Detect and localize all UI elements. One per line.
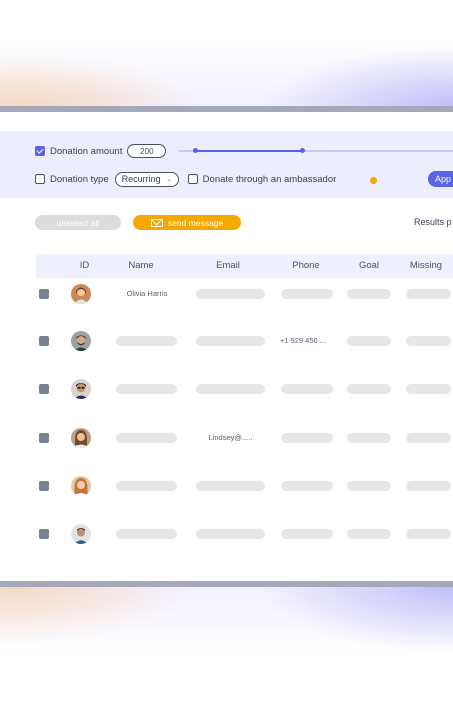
name-skeleton	[116, 529, 177, 539]
phone-skeleton	[281, 481, 333, 491]
row-checkbox[interactable]	[39, 433, 49, 443]
missing-skeleton	[406, 529, 451, 539]
email-skeleton	[196, 384, 265, 394]
avatar	[71, 428, 91, 448]
goal-skeleton	[347, 481, 391, 491]
goal-skeleton	[347, 529, 391, 539]
row-checkbox[interactable]	[39, 289, 49, 299]
goal-skeleton	[347, 384, 391, 394]
donation-amount-checkbox[interactable]	[35, 146, 45, 156]
row-checkbox[interactable]	[39, 384, 49, 394]
name-cell: Olivia Harris	[126, 289, 168, 298]
missing-skeleton	[406, 289, 451, 299]
avatar	[71, 476, 91, 496]
table-header: ID Name Email Phone Goal Missing	[36, 254, 453, 278]
table-row[interactable]	[0, 379, 453, 399]
table-row[interactable]	[0, 524, 453, 544]
phone-cell: +1 929 456 ...	[279, 336, 327, 345]
goal-skeleton	[347, 336, 391, 346]
email-skeleton	[196, 289, 265, 299]
table-row[interactable]: Olivia Harris	[0, 284, 453, 304]
name-skeleton	[116, 336, 177, 346]
slider-max-handle[interactable]	[300, 148, 305, 153]
name-skeleton	[116, 384, 177, 394]
avatar	[71, 524, 91, 544]
ambassador-label: Donate through an ambassador	[202, 173, 337, 185]
avatar	[71, 379, 91, 399]
chevron-down-icon: ⌄	[166, 176, 172, 183]
donation-type-checkbox[interactable]	[35, 174, 45, 184]
status-indicator-dot	[370, 177, 377, 184]
phone-skeleton	[281, 289, 333, 299]
avatar	[71, 331, 91, 351]
missing-skeleton	[406, 481, 451, 491]
avatar	[71, 284, 91, 304]
email-skeleton	[196, 336, 265, 346]
missing-skeleton	[406, 336, 451, 346]
table-row[interactable]	[0, 476, 453, 496]
column-header-email[interactable]: Email	[203, 254, 253, 278]
row-checkbox[interactable]	[39, 481, 49, 491]
goal-skeleton	[347, 289, 391, 299]
donation-type-value: Recurring	[121, 174, 161, 184]
donation-amount-label: Donation amount	[50, 145, 123, 157]
row-checkbox[interactable]	[39, 336, 49, 346]
unselect-all-button[interactable]: unselect all	[35, 215, 121, 230]
column-header-goal[interactable]: Goal	[347, 254, 391, 278]
filter-bar: Donation amount 200 Donation type Recurr…	[0, 131, 453, 198]
top-gradient-backdrop	[0, 0, 453, 107]
goal-skeleton	[347, 433, 391, 443]
column-header-name[interactable]: Name	[116, 254, 166, 278]
donors-table-panel: Donation amount 200 Donation type Recurr…	[0, 112, 453, 581]
bottom-gradient-backdrop	[0, 587, 453, 702]
donation-type-label: Donation type	[50, 173, 109, 185]
missing-skeleton	[406, 433, 451, 443]
row-checkbox[interactable]	[39, 529, 49, 539]
filter-row-donation-amount: Donation amount 200	[35, 143, 167, 159]
results-per-page-label: Results p	[414, 217, 452, 227]
email-cell: Lindsey@.....	[208, 433, 253, 442]
slider-range-fill	[195, 150, 302, 152]
phone-skeleton	[281, 384, 333, 394]
apply-button[interactable]: App	[428, 171, 453, 187]
send-message-label: send message	[167, 217, 224, 228]
name-skeleton	[116, 433, 177, 443]
column-header-missing[interactable]: Missing	[404, 254, 448, 278]
donation-amount-input[interactable]: 200	[127, 144, 167, 158]
phone-skeleton	[281, 433, 333, 443]
column-header-id[interactable]: ID	[71, 254, 98, 278]
phone-skeleton	[281, 529, 333, 539]
column-header-phone[interactable]: Phone	[281, 254, 331, 278]
table-row[interactable]: +1 929 456 ...	[0, 331, 453, 351]
table-row[interactable]: Lindsey@.....	[0, 428, 453, 448]
name-skeleton	[116, 481, 177, 491]
filter-row-donation-type: Donation type Recurring ⌄ Donate through…	[35, 171, 336, 187]
ambassador-checkbox[interactable]	[187, 174, 198, 184]
donation-amount-slider[interactable]	[179, 148, 453, 153]
email-skeleton	[196, 529, 265, 539]
donation-type-select[interactable]: Recurring ⌄	[114, 171, 179, 187]
slider-min-handle[interactable]	[193, 148, 198, 153]
missing-skeleton	[406, 384, 451, 394]
envelope-icon	[150, 218, 163, 227]
send-message-button[interactable]: send message	[133, 215, 241, 230]
email-skeleton	[196, 481, 265, 491]
